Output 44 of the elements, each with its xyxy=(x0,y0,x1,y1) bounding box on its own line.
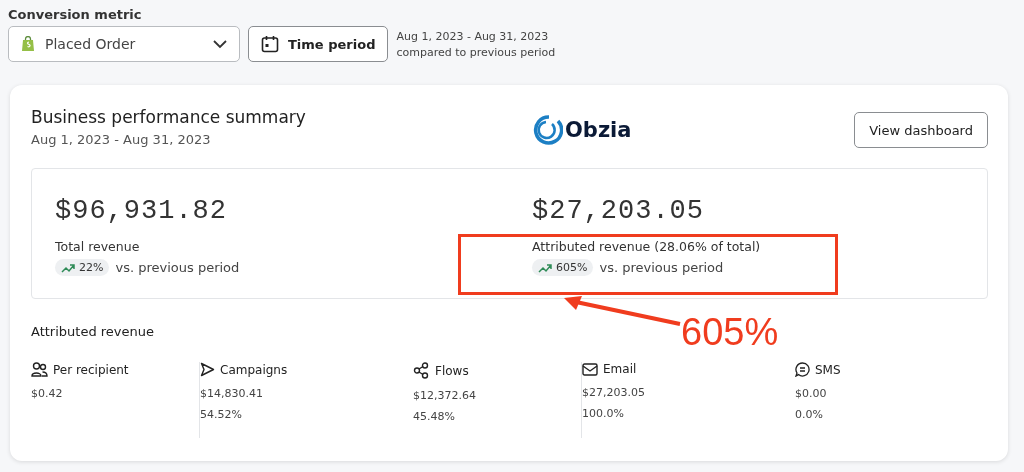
annotation-text: 605% xyxy=(681,311,779,354)
chevron-down-icon xyxy=(213,39,227,49)
metric-name: Flows xyxy=(435,363,469,378)
metric-share: 45.48% xyxy=(413,410,456,423)
date-range: Aug 1, 2023 - Aug 31, 2023 xyxy=(396,29,550,43)
metric-value: $14,830.41 xyxy=(200,387,264,400)
envelope-icon xyxy=(582,362,598,376)
logo-text: Obzia xyxy=(565,118,632,142)
metric-value: $0.42 xyxy=(31,387,64,400)
field-label: Conversion metric xyxy=(8,7,143,22)
amount: $96,931.82 xyxy=(55,196,229,226)
trend-up-icon xyxy=(61,262,75,273)
metric-share: 0.0% xyxy=(795,408,824,421)
people-icon xyxy=(31,362,48,377)
metric-dropdown[interactable]: Placed Order xyxy=(8,26,240,62)
card-title: Business performance summary xyxy=(31,107,307,127)
metric-value: $12,372.64 xyxy=(413,389,477,402)
metric-name: Email xyxy=(603,362,637,376)
amount-label: Attributed revenue (28.06% of total) xyxy=(532,239,762,254)
metric-share: 100.0% xyxy=(582,407,625,420)
time-period-button[interactable]: Time period xyxy=(248,26,389,62)
comparison-text: vs. previous period xyxy=(599,260,724,275)
change-badge: 22% xyxy=(55,259,110,276)
card-date-range: Aug 1, 2023 - Aug 31, 2023 xyxy=(31,132,212,147)
metric-name: SMS xyxy=(815,362,841,377)
metric-share: 54.52% xyxy=(200,408,243,421)
logo-icon xyxy=(531,115,563,145)
trend-up-icon xyxy=(538,262,552,273)
amount-label: Total revenue xyxy=(55,239,141,254)
shopping-bag-icon xyxy=(21,36,35,52)
change-badge: 605% xyxy=(532,259,594,276)
metric-name: Per recipient xyxy=(53,362,129,377)
metric-value: $27,203.05 xyxy=(582,386,646,399)
nodes-icon xyxy=(413,362,430,379)
section-title: Attributed revenue xyxy=(31,324,154,339)
amount: $27,203.05 xyxy=(532,196,706,226)
chat-icon xyxy=(795,362,810,377)
send-icon xyxy=(200,362,215,377)
metric-name: Campaigns xyxy=(220,362,288,377)
comparison-text: compared to previous period xyxy=(396,45,556,59)
comparison-text: vs. previous period xyxy=(115,260,240,275)
metric-value: $0.00 xyxy=(795,387,828,400)
calendar-icon xyxy=(261,35,279,53)
view-dashboard-button[interactable]: View dashboard xyxy=(854,112,988,148)
